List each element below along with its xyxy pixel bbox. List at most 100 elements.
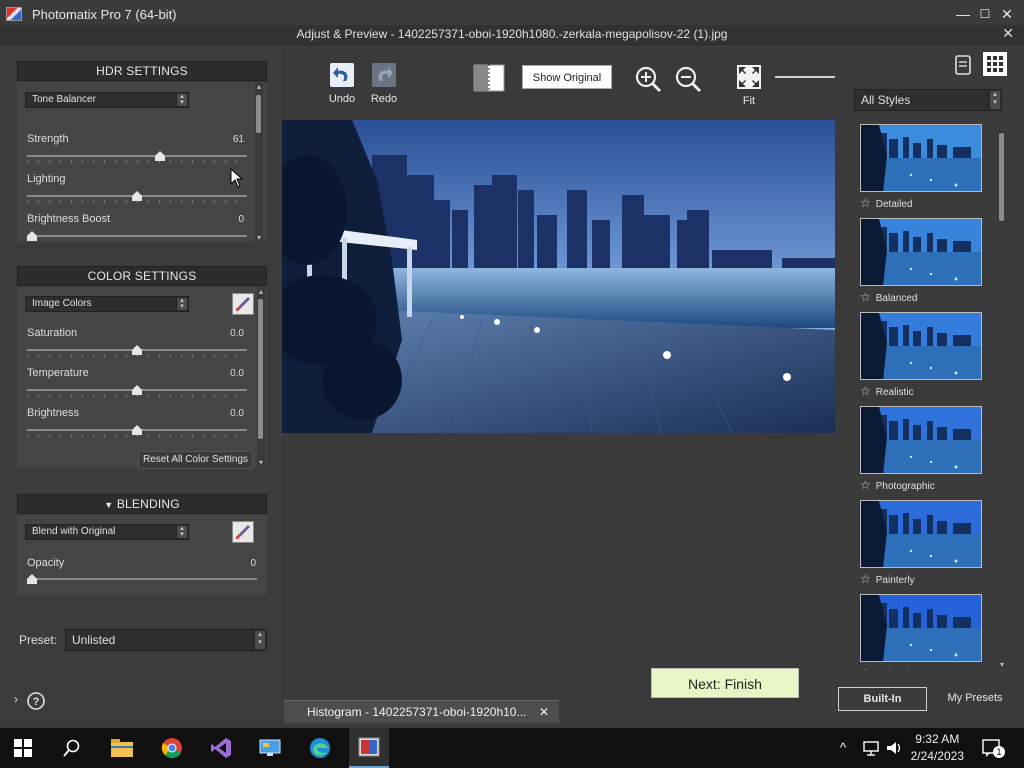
visual-studio-button[interactable] [201,728,241,768]
expand-arrow-icon[interactable]: › [14,692,18,706]
undo-button[interactable]: Undo [327,63,357,105]
style-thumbnail[interactable] [860,312,982,380]
temperature-slider-thumb[interactable] [132,385,142,395]
redo-button[interactable]: Redo [369,63,399,105]
hdr-scroll-knob[interactable] [256,95,261,133]
scroll-up-icon[interactable]: ▴ [257,287,265,296]
favorite-star-icon[interactable]: ☆ [860,290,871,304]
color-mode-dropdown[interactable]: Image Colors ▴ ▾ [25,296,189,312]
style-thumbnail[interactable] [860,406,982,474]
scroll-down-icon[interactable]: ▾ [998,660,1006,669]
style-thumbnail[interactable] [860,124,982,192]
list-view-icon[interactable] [952,54,974,76]
style-thumbnail[interactable] [860,500,982,568]
strength-label: Strength [27,133,69,145]
fit-button[interactable]: Fit [734,65,764,107]
opacity-slider-thumb[interactable] [27,574,37,584]
strength-slider-track[interactable] [27,155,247,157]
windows-logo-icon [14,739,32,757]
brightness-boost-slider-track[interactable] [27,235,247,237]
lighting-slider-thumb[interactable] [132,191,142,201]
opacity-value: 0 [250,558,256,569]
favorite-star-icon[interactable]: ☆ [860,196,871,210]
brightness-boost-slider-thumb[interactable] [27,231,37,241]
histogram-tab[interactable]: Histogram - 1402257371-oboi-1920h10... ✕ [284,700,559,723]
volume-icon[interactable] [886,740,904,756]
styles-scrollbar[interactable]: ▾ [998,121,1006,669]
style-filter-dropdown[interactable]: All Styles ▴ ▾ [854,89,1002,111]
style-label[interactable]: ☆ Balanced [860,290,917,304]
chrome-button[interactable] [152,728,192,768]
search-button[interactable] [52,728,92,768]
style-thumbnail[interactable] [860,218,982,286]
favorite-star-icon[interactable]: ☆ [860,572,871,586]
preview-image[interactable] [282,120,835,433]
hdr-settings-header[interactable]: HDR SETTINGS [17,61,267,81]
monitor-icon [259,739,281,756]
next-finish-button[interactable]: Next: Finish [651,668,799,698]
style-label[interactable]: ☆ Photographic [860,478,935,492]
style-preview-image [861,501,981,567]
scroll-down-icon[interactable]: ▾ [257,458,265,467]
style-label[interactable]: ☆ Realistic [860,384,914,398]
zoom-slider[interactable] [775,76,835,78]
strength-slider-thumb[interactable] [155,151,165,161]
show-original-button[interactable]: Show Original [522,65,612,89]
color-settings-header[interactable]: COLOR SETTINGS [17,266,267,286]
zoom-out-icon[interactable] [674,65,702,93]
network-icon[interactable] [862,740,880,756]
chevron-updown-icon: ▴ ▾ [989,91,1000,109]
tone-method-dropdown[interactable]: Tone Balancer ▴ ▾ [25,92,189,108]
preset-value: Unlisted [72,633,116,647]
blend-brush-button[interactable] [232,521,254,543]
close-button[interactable]: ✕ [996,4,1018,24]
my-presets-tab[interactable]: My Presets [931,687,1019,711]
style-preview-image [861,313,981,379]
style-thumbnail[interactable] [860,594,982,662]
built-in-tab[interactable]: Built-In [838,687,927,711]
style-name: Realistic [875,387,914,398]
style-preview-image [861,219,981,285]
chevron-up-icon[interactable]: ^ [840,740,846,755]
tone-method-value: Tone Balancer [32,94,96,105]
favorite-star-icon[interactable]: ☆ [860,384,871,398]
reset-color-settings-button[interactable]: Reset All Color Settings [138,451,253,469]
preset-dropdown[interactable]: Unlisted ▴ ▾ [65,629,267,651]
color-scroll-knob[interactable] [258,299,263,439]
blend-mode-dropdown[interactable]: Blend with Original ▴ ▾ [25,524,189,540]
hdr-settings-scrollbar[interactable]: ▴ ▾ [255,82,263,242]
brightness-value: 0.0 [230,408,244,419]
photomatix-taskbar-button[interactable] [349,728,389,768]
grid-view-icon[interactable] [983,52,1007,76]
minimize-button[interactable]: — [952,4,974,24]
color-brush-button[interactable] [232,293,254,315]
color-settings-scrollbar[interactable]: ▴ ▾ [257,287,265,467]
style-label[interactable]: ☆ Painterly 2 [860,666,923,670]
style-label[interactable]: ☆ Detailed [860,196,912,210]
help-icon[interactable]: ? [26,691,46,711]
chevron-updown-icon: ▴ ▾ [176,93,187,106]
blending-header[interactable]: ▼ BLENDING [17,494,267,514]
brightness-slider-thumb[interactable] [132,425,142,435]
control-panel-button[interactable] [250,728,290,768]
notifications-button[interactable]: 1 [982,738,1005,758]
favorite-star-icon[interactable]: ☆ [860,478,871,492]
start-button[interactable] [3,728,43,768]
clock-time: 9:32 AM [915,732,960,746]
style-label[interactable]: ☆ Painterly [860,572,915,586]
histogram-close-icon[interactable]: ✕ [539,701,549,723]
styles-scroll-knob[interactable] [999,133,1004,221]
opacity-slider-track[interactable] [27,578,257,580]
file-explorer-button[interactable] [102,728,142,768]
scroll-down-icon[interactable]: ▾ [255,233,263,242]
saturation-slider-thumb[interactable] [132,345,142,355]
maximize-button[interactable]: ☐ [974,4,996,24]
system-clock[interactable]: 9:32 AM 2/24/2023 [911,731,964,765]
favorite-star-icon[interactable]: ☆ [860,666,871,670]
zoom-in-icon[interactable] [634,65,662,93]
style-name: Painterly 2 [876,669,923,670]
close-preview-button[interactable]: ✕ [1002,25,1014,42]
split-view-icon[interactable] [473,64,505,92]
edge-button[interactable] [300,728,340,768]
scroll-up-icon[interactable]: ▴ [255,82,263,91]
